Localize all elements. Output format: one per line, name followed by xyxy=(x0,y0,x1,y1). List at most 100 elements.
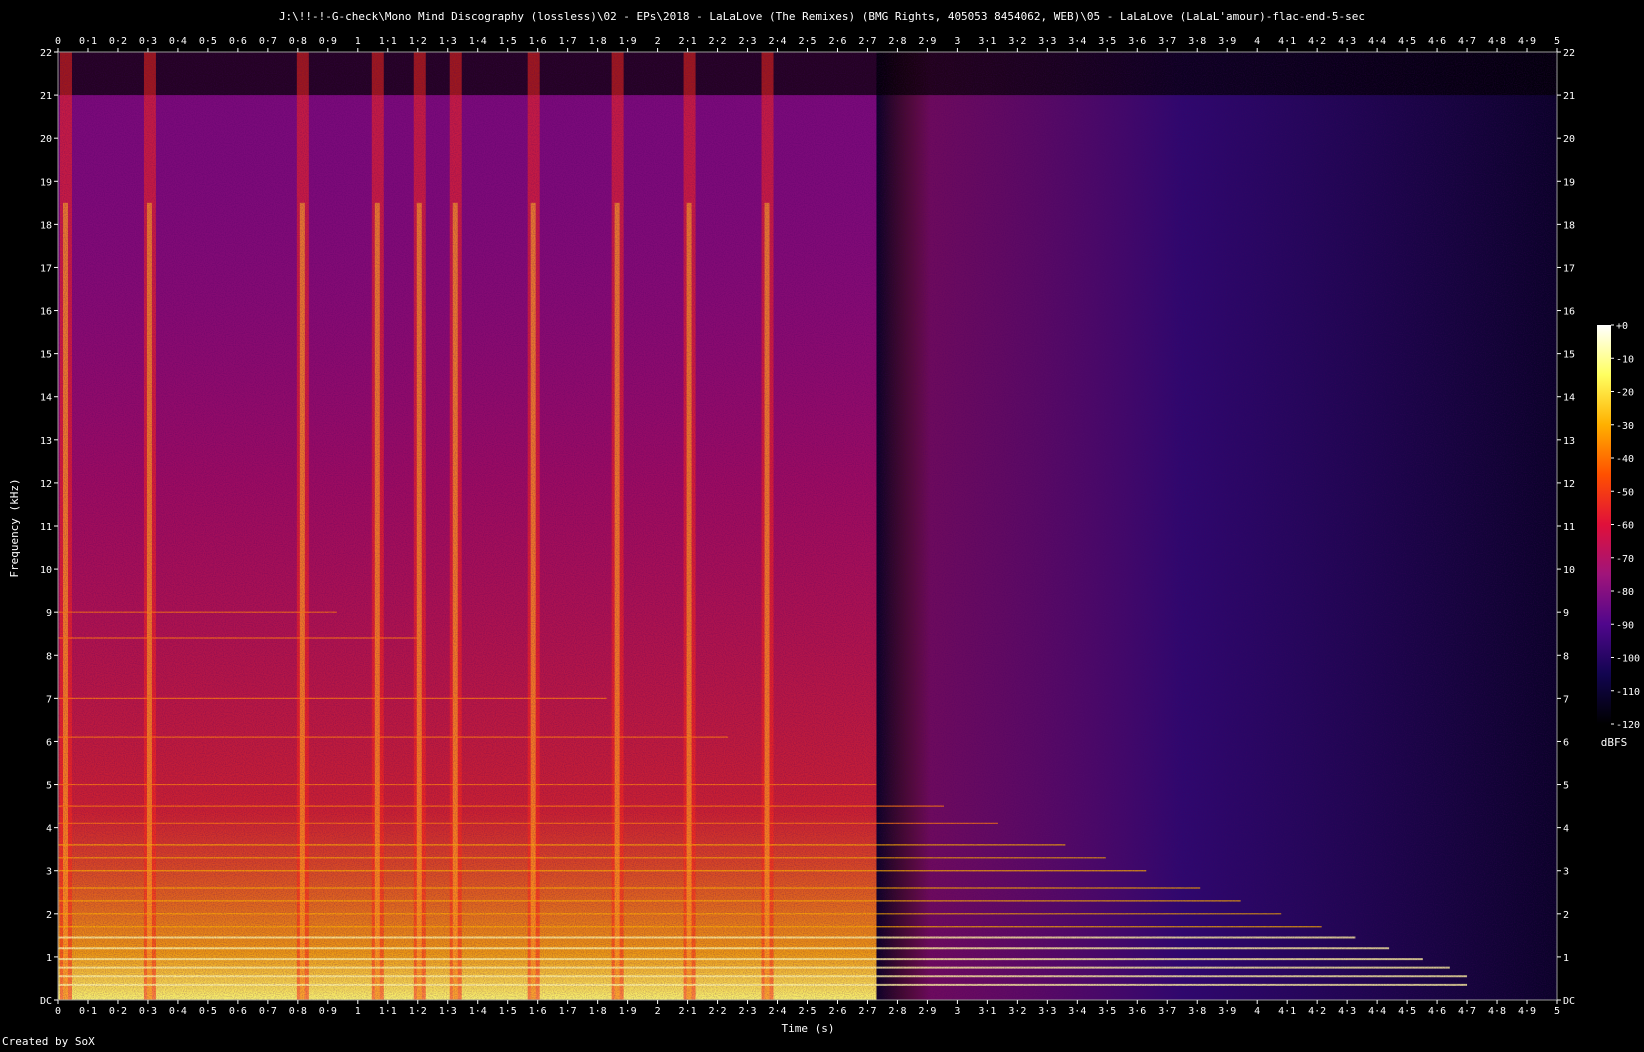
x-tick-label-bottom: 0·4 xyxy=(169,1006,187,1017)
y-tick-label-left: 13 xyxy=(40,436,52,447)
footer-credit: Created by SoX xyxy=(2,1035,95,1048)
x-tick-label-bottom: 3·6 xyxy=(1128,1006,1146,1017)
y-tick-label-right: 8 xyxy=(1563,651,1569,662)
x-tick-label-top: 4·5 xyxy=(1398,36,1416,47)
colorbar-tick-label: -50 xyxy=(1616,487,1634,498)
y-tick-label-right: 10 xyxy=(1563,565,1575,576)
x-tick-label-top: 1·8 xyxy=(589,36,607,47)
x-tick-label-bottom: 2·3 xyxy=(739,1006,757,1017)
x-tick-label-bottom: 4·5 xyxy=(1398,1006,1416,1017)
y-tick-label-left: 17 xyxy=(40,263,52,274)
x-tick-label-bottom: 2·9 xyxy=(918,1006,936,1017)
y-tick-label-right: 9 xyxy=(1563,608,1569,619)
y-axis-label: Frequency (kHz) xyxy=(8,478,21,577)
spectrogram-figure: J:\!!-!-G-check\Mono Mind Discography (l… xyxy=(0,0,1644,1048)
x-tick-label-bottom: 4·8 xyxy=(1488,1006,1506,1017)
x-tick-label-top: 1·5 xyxy=(499,36,517,47)
y-tick-label-right: 22 xyxy=(1563,48,1575,59)
plot-area xyxy=(58,52,1557,1000)
y-tick-label-left: 9 xyxy=(46,608,52,619)
x-tick-label-top: 2·9 xyxy=(918,36,936,47)
spectrogram-chart: J:\!!-!-G-check\Mono Mind Discography (l… xyxy=(2,10,1640,1048)
x-tick-label-top: 0·5 xyxy=(199,36,217,47)
x-tick-label-top: 0·2 xyxy=(109,36,127,47)
x-tick-label-bottom: 4·4 xyxy=(1368,1006,1386,1017)
x-tick-label-top: 2·6 xyxy=(828,36,846,47)
x-tick-label-bottom: 2·1 xyxy=(679,1006,697,1017)
y-tick-label-right: 6 xyxy=(1563,737,1569,748)
colorbar-tick-label: -40 xyxy=(1616,454,1634,465)
y-tick-label-left: 18 xyxy=(40,220,52,231)
x-tick-label-bottom: 1·4 xyxy=(469,1006,487,1017)
colorbar-tick-label: -60 xyxy=(1616,521,1634,532)
x-tick-label-top: 4·7 xyxy=(1458,36,1476,47)
x-tick-label-bottom: 4·7 xyxy=(1458,1006,1476,1017)
y-tick-label-right: 20 xyxy=(1563,134,1575,145)
x-tick-label-bottom: 2·5 xyxy=(798,1006,816,1017)
y-tick-label-left: 20 xyxy=(40,134,52,145)
x-tick-label-top: 2·2 xyxy=(709,36,727,47)
x-tick-label-top: 4·3 xyxy=(1338,36,1356,47)
y-tick-label-left: 19 xyxy=(40,177,52,188)
colorbar: +0 -10 -20 -30 -40 -50 -60 -70 -80 -90 -100 -110 -12… xyxy=(1597,321,1640,731)
x-tick-label-bottom: 4·2 xyxy=(1308,1006,1326,1017)
x-tick-label-top: 1·7 xyxy=(559,36,577,47)
y-tick-label-left: DC xyxy=(40,996,52,1007)
y-tick-label-right: 17 xyxy=(1563,263,1575,274)
x-tick-label-bottom: 1 xyxy=(355,1006,361,1017)
y-tick-label-right: 12 xyxy=(1563,479,1575,490)
y-tick-label-left: 10 xyxy=(40,565,52,576)
x-tick-label-top: 2 xyxy=(655,36,661,47)
x-tick-label-bottom: 4·1 xyxy=(1278,1006,1296,1017)
colorbar-tick-label: -80 xyxy=(1616,587,1634,598)
x-tick-label-top: 0 xyxy=(55,36,61,47)
y-tick-label-right: 5 xyxy=(1563,781,1569,792)
y-tick-label-left: 11 xyxy=(40,522,52,533)
x-tick-label-bottom: 2·6 xyxy=(828,1006,846,1017)
x-tick-label-bottom: 4 xyxy=(1254,1006,1260,1017)
x-tick-label-top: 3·8 xyxy=(1188,36,1206,47)
y-tick-label-left: 8 xyxy=(46,651,52,662)
x-tick-label-bottom: 3·3 xyxy=(1038,1006,1056,1017)
x-tick-label-top: 2·3 xyxy=(739,36,757,47)
x-tick-label-bottom: 0·6 xyxy=(229,1006,247,1017)
x-tick-label-top: 0·1 xyxy=(79,36,97,47)
x-tick-label-bottom: 1·5 xyxy=(499,1006,517,1017)
x-axis-label: Time (s) xyxy=(782,1022,835,1035)
x-tick-label-bottom: 1·6 xyxy=(529,1006,547,1017)
y-tick-label-right: 19 xyxy=(1563,177,1575,188)
y-tick-label-right: 15 xyxy=(1563,350,1575,361)
x-tick-label-bottom: 1·8 xyxy=(589,1006,607,1017)
x-tick-label-bottom: 2·8 xyxy=(888,1006,906,1017)
x-tick-label-bottom: 4·6 xyxy=(1428,1006,1446,1017)
x-tick-label-top: 0·3 xyxy=(139,36,157,47)
x-tick-label-top: 4·9 xyxy=(1518,36,1536,47)
x-tick-label-bottom: 2·4 xyxy=(768,1006,786,1017)
colorbar-tick-label: -110 xyxy=(1616,687,1640,698)
x-tick-label-bottom: 2·2 xyxy=(709,1006,727,1017)
x-tick-label-bottom: 2·7 xyxy=(858,1006,876,1017)
y-tick-label-left: 3 xyxy=(46,867,52,878)
x-tick-label-top: 2·1 xyxy=(679,36,697,47)
colorbar-gradient xyxy=(1597,325,1611,724)
x-tick-label-top: 4·1 xyxy=(1278,36,1296,47)
y-tick-label-left: 15 xyxy=(40,350,52,361)
colorbar-tick-label: -20 xyxy=(1616,388,1634,399)
y-tick-label-right: 21 xyxy=(1563,91,1575,102)
x-tick-label-top: 3·9 xyxy=(1218,36,1236,47)
x-tick-label-bottom: 1·2 xyxy=(409,1006,427,1017)
y-tick-label-left: 4 xyxy=(46,824,52,835)
x-tick-label-bottom: 1·7 xyxy=(559,1006,577,1017)
x-tick-label-top: 1·9 xyxy=(619,36,637,47)
colorbar-tick-label: -70 xyxy=(1616,554,1634,565)
x-tick-label-bottom: 3·9 xyxy=(1218,1006,1236,1017)
x-tick-label-top: 3·6 xyxy=(1128,36,1146,47)
x-tick-label-bottom: 0·1 xyxy=(79,1006,97,1017)
x-tick-label-top: 3 xyxy=(954,36,960,47)
x-tick-label-bottom: 1·9 xyxy=(619,1006,637,1017)
x-tick-label-bottom: 3·5 xyxy=(1098,1006,1116,1017)
colorbar-tick-label: -10 xyxy=(1616,354,1634,365)
x-tick-label-top: 3·2 xyxy=(1008,36,1026,47)
colorbar-label: dBFS xyxy=(1601,736,1628,749)
x-tick-label-bottom: 1·1 xyxy=(379,1006,397,1017)
